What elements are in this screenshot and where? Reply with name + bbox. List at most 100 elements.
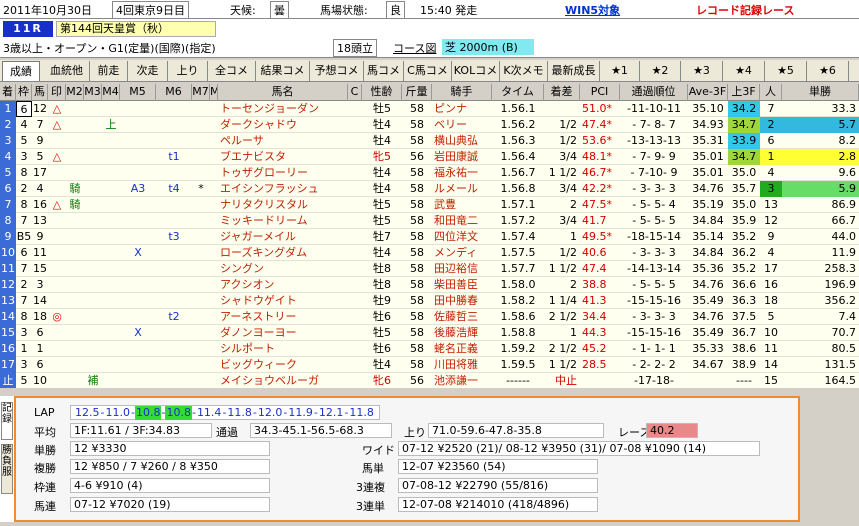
column-header-m5[interactable]: M5 (120, 84, 156, 101)
tab-star-5[interactable]: ★5 (765, 61, 807, 81)
tab-previous[interactable]: 前走 (90, 61, 128, 81)
tab-prediction-comments[interactable]: 予想コメ (310, 61, 364, 81)
tab-star-6[interactable]: ★6 (807, 61, 849, 81)
column-header-pop[interactable]: 人 (760, 84, 782, 101)
course-info: 芝 2000m (B) (442, 39, 534, 55)
cell-pop: 10 (764, 326, 778, 339)
column-header-m2[interactable]: M2 (66, 84, 84, 101)
tab-pedigree[interactable]: 血統他 (44, 61, 90, 81)
cell-uma: 9 (36, 134, 44, 147)
table-row[interactable]: 10 6 11 X ローズキングダム 牡4 58 メンディ 1.57.5 1/2 40.6 - 3- … (0, 245, 859, 261)
column-header-sex[interactable]: 性齢 (362, 84, 402, 101)
cell-pci: 40.6 (582, 246, 607, 259)
tab-c-horse-comments[interactable]: C馬コメ (404, 61, 452, 81)
cell-pass: - 7-10- 9 (630, 166, 678, 179)
lap-segment: 11.0 (105, 406, 130, 419)
cell-kin: 58 (410, 326, 424, 339)
table-row[interactable]: 9 B5 9 t3 ジャガーメイル 牡7 58 四位洋文 1.57.4 1 49.5* -18-15-… (0, 229, 859, 245)
column-header-m7[interactable]: M7 (192, 84, 210, 101)
cell-pass: -11-10-11 (627, 102, 681, 115)
cell-m8 (210, 181, 218, 197)
cell-jockey: 田辺裕信 (434, 262, 478, 275)
table-row[interactable]: 16 1 1 シルポート 牡6 58 蛯名正義 1.59.2 2 1/2 45.2 - 1- 1- … (0, 341, 859, 357)
column-header-c[interactable]: C (348, 84, 362, 101)
tab-agari[interactable]: 上り (168, 61, 208, 81)
cell-diff: 1/2 (559, 118, 577, 131)
tab-star-2[interactable]: ★2 (640, 61, 681, 81)
column-header-jockey[interactable]: 騎手 (432, 84, 492, 101)
cell-name: メイショウベルーガ (220, 374, 319, 387)
tab-star-1[interactable]: ★1 (600, 61, 640, 81)
column-header-m8[interactable]: M8 (210, 84, 218, 101)
table-row[interactable]: 5 8 17 トゥザグローリー 牡4 58 福永祐一 1.56.7 1 1/2 46.7* - 7-… (0, 165, 859, 181)
table-row[interactable]: 14 8 18 ◎ t2 アーネストリー 牡6 58 佐藤哲三 1.58.6 2 1/2 34.4 - … (0, 309, 859, 325)
tab-silks[interactable]: 勝負服 (1, 444, 13, 494)
tab-latest-growth[interactable]: 最新成長 (548, 61, 600, 81)
cell-m5 (120, 277, 156, 293)
cell-name: ジャガーメイル (220, 230, 297, 243)
column-header-odds[interactable]: 単勝 (782, 84, 859, 101)
tab-next[interactable]: 次走 (128, 61, 168, 81)
column-header-rank[interactable]: 着 (0, 84, 16, 101)
column-header-m6[interactable]: M6 (156, 84, 192, 101)
cell-ave: 35.01 (692, 166, 724, 179)
table-row[interactable]: 8 7 13 ミッキードリーム 牡5 58 和田竜二 1.57.2 3/4 41.7 - 5- 5-… (0, 213, 859, 229)
course-map-link[interactable]: コース図 (393, 40, 436, 56)
column-header-uma[interactable]: 馬 (32, 84, 48, 101)
tab-kol-comments[interactable]: KOLコメ (452, 61, 500, 81)
tab-all-comments[interactable]: 全コメ (208, 61, 256, 81)
cell-m7 (192, 133, 210, 149)
table-row[interactable]: 17 3 6 ビッグウィーク 牡4 58 川田将雅 1.59.5 1 1/2 28.5 - 2- 2… (0, 357, 859, 373)
tab-record[interactable]: 記録 (1, 402, 13, 440)
table-row[interactable]: 13 7 14 シャドウゲイト 牡9 58 田中勝春 1.58.2 1 1/4 41.3 -15-1… (0, 293, 859, 309)
tab-horse-comments[interactable]: 馬コメ (364, 61, 404, 81)
cell-mark (48, 373, 66, 388)
column-header-kin[interactable]: 斤量 (402, 84, 432, 101)
table-row[interactable]: 11 7 15 シングン 牡8 58 田辺裕信 1.57.7 1 1/2 47.4 -14-13-1… (0, 261, 859, 277)
column-header-up3[interactable]: 上3F (728, 84, 760, 101)
cell-diff: 中止 (555, 374, 577, 387)
cell-waku: 3 (20, 358, 28, 371)
column-header-m4[interactable]: M4 (102, 84, 120, 101)
cell-pop: 2 (760, 117, 782, 133)
table-row[interactable]: 4 3 5 △ t1 ブエナビスタ 牝5 56 岩田康誠 1.56.4 3/4 48.1* - 7- 9… (0, 149, 859, 165)
cell-m6 (156, 133, 192, 149)
column-header-pass[interactable]: 通過順位 (620, 84, 688, 101)
cell-sex: 牡4 (373, 134, 391, 147)
table-row[interactable]: 15 3 6 X ダノンヨーヨー 牡5 58 後藤浩輝 1.58.8 1 44.3 -15-15-16… (0, 325, 859, 341)
cell-name: アーネストリー (220, 310, 297, 323)
column-header-mark[interactable]: 印 (48, 84, 66, 101)
tab-results[interactable]: 成績 (2, 61, 40, 81)
win5-link[interactable]: WIN5対象 (565, 2, 620, 18)
cell-rank: 5 (0, 165, 16, 181)
cell-m4 (102, 277, 120, 293)
column-header-pci[interactable]: PCI (580, 84, 620, 101)
tab-k-next-memo[interactable]: K次メモ (500, 61, 548, 81)
cell-m3 (84, 117, 102, 133)
column-header-ave[interactable]: Ave-3F (688, 84, 728, 101)
cell-waku: B5 (16, 230, 32, 243)
cell-uma: 4 (36, 182, 44, 195)
table-row[interactable]: 2 4 7 △ 上ダークシャドウ 牡4 58 ベリー 1.56.2 1/2 47.4* - 7- 8-… (0, 117, 859, 133)
cell-name: シャドウゲイト (220, 294, 297, 307)
tab-star-4[interactable]: ★4 (723, 61, 765, 81)
tab-star-3[interactable]: ★3 (681, 61, 723, 81)
cell-pop: 11 (764, 342, 778, 355)
cell-ave: 34.76 (692, 278, 724, 291)
tab-result-comments[interactable]: 結果コメ (256, 61, 310, 81)
column-header-name[interactable]: 馬名 (218, 84, 348, 101)
column-header-m3[interactable]: M3 (84, 84, 102, 101)
table-row[interactable]: 7 8 16 △ 騎 ナリタクリスタル 牡5 58 武豊 1.57.1 2 47.5* - 5- 5- … (0, 197, 859, 213)
table-row[interactable]: 6 2 4 騎 A3 t4 * エイシンフラッシュ 牡4 58 ルメール 1.56.8 3/4 42.2*… (0, 181, 859, 197)
cell-m2 (66, 213, 84, 229)
table-row[interactable]: 3 5 9 ペルーサ 牡4 58 横山典弘 1.56.3 1/2 53.6* -13-13-13 35… (0, 133, 859, 149)
cell-pci: 34.4 (582, 310, 607, 323)
column-header-time[interactable]: タイム (492, 84, 544, 101)
table-row[interactable]: 止 5 10 補 メイショウベルーガ 牝6 56 池添謙一 ------ 中止 -17-18- ---… (0, 373, 859, 388)
table-row[interactable]: 1 6 12 △ トーセンジョーダン 牡5 58 ピンナ 1.56.1 51.0* -11-10-1… (0, 101, 859, 117)
table-row[interactable]: 12 2 3 アクシオン 牡8 58 柴田善臣 1.58.0 2 38.8- 5- 5- 5 34.… (0, 277, 859, 293)
column-header-diff[interactable]: 着差 (544, 84, 580, 101)
column-header-waku[interactable]: 枠 (16, 84, 32, 101)
cell-odds: 7.4 (838, 310, 857, 323)
pass-value: 34.3-45.1-56.5-68.3 (250, 423, 392, 438)
